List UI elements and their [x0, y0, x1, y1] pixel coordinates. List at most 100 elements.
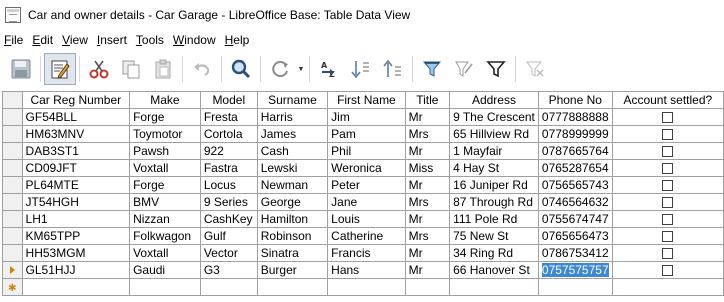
table-cell[interactable]: HH53MGM [21, 244, 131, 262]
table-cell[interactable]: 0777888888 [537, 108, 613, 126]
account-settled-cell[interactable] [611, 210, 724, 228]
paste-button[interactable] [147, 53, 179, 85]
table-cell[interactable]: Vector [199, 244, 258, 262]
column-header[interactable]: Model [199, 91, 258, 109]
table-cell[interactable]: 0756565743 [537, 176, 613, 194]
account-settled-cell[interactable] [611, 125, 724, 143]
account-settled-checkbox[interactable] [662, 112, 674, 124]
table-cell[interactable]: Burger [256, 261, 329, 279]
table-cell[interactable]: George [256, 193, 329, 211]
menu-file[interactable]: File [0, 33, 28, 47]
sort-ascending-button[interactable] [345, 53, 377, 85]
table-cell[interactable]: Robinson [256, 227, 329, 245]
table-cell[interactable]: Jim [327, 108, 406, 126]
table-cell[interactable]: 16 Juniper Rd [449, 176, 539, 194]
table-cell[interactable] [449, 278, 539, 296]
table-cell[interactable]: Toymotor [129, 125, 201, 143]
table-cell[interactable]: Pawsh [129, 142, 201, 160]
row-header[interactable] [2, 244, 23, 262]
table-cell[interactable]: CashKey [199, 210, 258, 228]
account-settled-checkbox[interactable] [662, 146, 674, 158]
table-row[interactable]: CD09JFT Voxtall Fastra Lewski Weronica Miss 4 … [2, 159, 724, 177]
row-header[interactable] [2, 261, 23, 279]
table-cell[interactable]: Sinatra [256, 244, 329, 262]
menu-insert[interactable]: Insert [93, 33, 132, 47]
table-cell[interactable]: Mrs [404, 227, 451, 245]
account-settled-cell[interactable] [611, 176, 724, 194]
standard-filter-button[interactable] [448, 53, 480, 85]
table-cell[interactable]: Jane [327, 193, 406, 211]
table-cell[interactable]: Gulf [199, 227, 258, 245]
table-cell[interactable]: 66 Hanover St [449, 261, 539, 279]
table-cell[interactable]: Pam [327, 125, 406, 143]
table-row[interactable]: HH53MGM Voxtall Vector Sinatra Francis Mr 34 R… [2, 244, 724, 262]
sort-descending-button[interactable] [377, 53, 409, 85]
table-cell[interactable]: Locus [199, 176, 258, 194]
table-cell[interactable]: Gaudi [129, 261, 201, 279]
account-settled-checkbox[interactable] [662, 248, 674, 260]
menu-help[interactable]: Help [221, 33, 255, 47]
table-cell[interactable]: Voxtall [129, 159, 201, 177]
column-header[interactable]: Title [404, 91, 451, 109]
table-cell[interactable]: Folkwagon [129, 227, 201, 245]
table-cell[interactable]: 9 Series [199, 193, 258, 211]
table-cell[interactable]: 4 Hay St [449, 159, 539, 177]
table-cell[interactable]: Newman [256, 176, 329, 194]
table-row[interactable]: GF54BLL Forge Fresta Harris Jim Mr 9 The Cresc… [2, 108, 724, 126]
table-cell[interactable]: 87 Through Rd [449, 193, 539, 211]
table-cell[interactable]: 0755674747 [537, 210, 613, 228]
table-cell[interactable]: Fresta [199, 108, 258, 126]
table-cell[interactable]: 1 Mayfair [449, 142, 539, 160]
table-row[interactable]: HM63MNV Toymotor Cortola James Pam Mrs 65 Hill… [2, 125, 724, 143]
table-cell[interactable]: Mr [404, 210, 451, 228]
table-row[interactable]: GL51HJJ Gaudi G3 Burger Hans Mr 66 Hanover St 0… [2, 261, 724, 279]
table-cell[interactable]: 0786753412 [537, 244, 613, 262]
table-cell[interactable]: Mr [404, 142, 451, 160]
table-cell[interactable]: Mr [404, 108, 451, 126]
row-header[interactable] [2, 108, 23, 126]
account-settled-checkbox[interactable] [662, 265, 674, 277]
table-cell[interactable]: Miss [404, 159, 451, 177]
refresh-dropdown-arrow[interactable]: ▼ [296, 53, 306, 85]
account-settled-cell[interactable] [611, 142, 724, 160]
table-cell[interactable] [199, 278, 258, 296]
account-settled-cell[interactable] [611, 108, 724, 126]
table-cell[interactable]: DAB3ST1 [21, 142, 131, 160]
menu-view[interactable]: View [58, 33, 93, 47]
table-cell[interactable] [611, 278, 724, 296]
menu-edit[interactable]: Edit [28, 33, 58, 47]
account-settled-checkbox[interactable] [662, 197, 674, 209]
table-cell[interactable]: Louis [327, 210, 406, 228]
account-settled-cell[interactable] [611, 261, 724, 279]
column-header[interactable]: Surname [256, 91, 329, 109]
table-cell[interactable]: Catherine [327, 227, 406, 245]
row-header[interactable] [2, 142, 23, 160]
table-cell[interactable]: 0757575757 [537, 261, 613, 279]
row-header[interactable]: ✱ [2, 278, 23, 296]
table-cell[interactable]: Peter [327, 176, 406, 194]
table-cell[interactable]: James [256, 125, 329, 143]
table-cell[interactable]: 0787665764 [537, 142, 613, 160]
account-settled-cell[interactable] [611, 193, 724, 211]
account-settled-checkbox[interactable] [662, 129, 674, 141]
table-cell[interactable]: 65 Hillview Rd [449, 125, 539, 143]
column-header[interactable]: Car Reg Number [21, 91, 131, 109]
table-row[interactable]: KM65TPP Folkwagon Gulf Robinson Catherine Mrs… [2, 227, 724, 245]
cut-button[interactable] [83, 53, 115, 85]
row-header[interactable] [2, 210, 23, 228]
row-header[interactable] [2, 159, 23, 177]
table-cell[interactable]: Francis [327, 244, 406, 262]
apply-filter-button[interactable] [480, 53, 512, 85]
table-cell[interactable]: Fastra [199, 159, 258, 177]
table-cell[interactable]: Nizzan [129, 210, 201, 228]
table-row[interactable]: PL64MTE Forge Locus Newman Peter Mr 16 Juniper… [2, 176, 724, 194]
table-cell[interactable]: G3 [199, 261, 258, 279]
save-button[interactable] [5, 53, 37, 85]
undo-button[interactable] [186, 53, 218, 85]
account-settled-cell[interactable] [611, 244, 724, 262]
table-cell[interactable]: 922 [199, 142, 258, 160]
table-cell[interactable]: Mr [404, 244, 451, 262]
column-header[interactable]: Make [129, 91, 201, 109]
table-cell[interactable]: CD09JFT [21, 159, 131, 177]
table-cell[interactable]: Weronica [327, 159, 406, 177]
